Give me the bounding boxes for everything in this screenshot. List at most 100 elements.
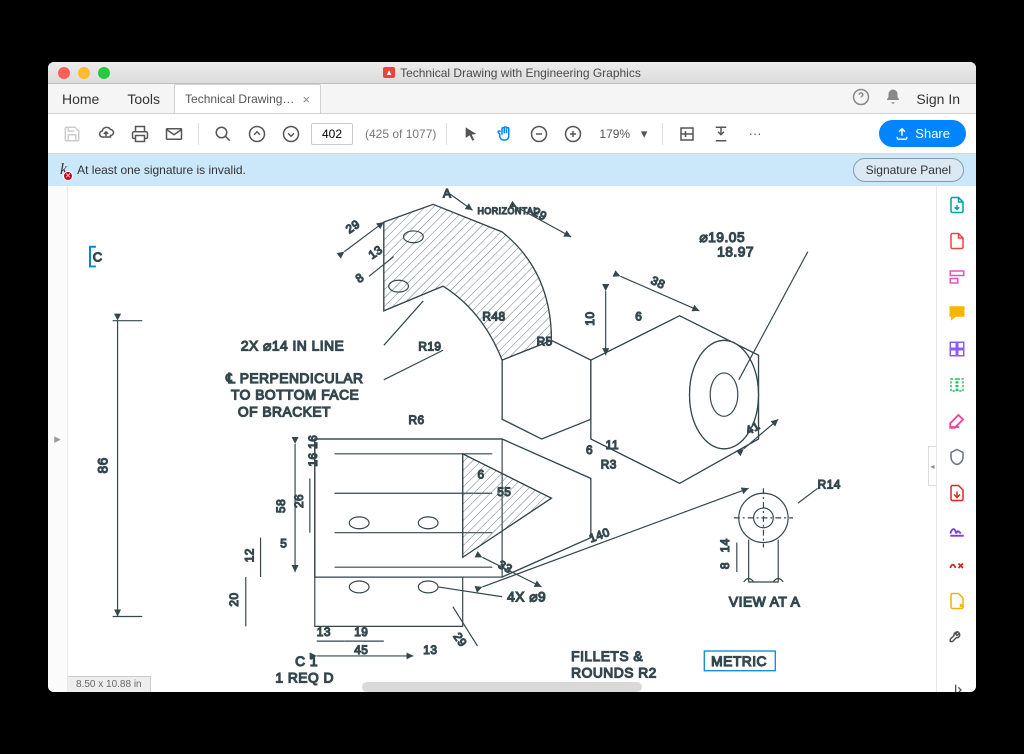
svg-text:⌀19.05: ⌀19.05 xyxy=(699,230,745,245)
svg-text:20: 20 xyxy=(227,592,241,606)
share-label: Share xyxy=(915,126,950,141)
svg-text:℄ PERPENDICULAR: ℄ PERPENDICULAR xyxy=(225,371,363,386)
signature-panel-button[interactable]: Signature Panel xyxy=(853,158,964,182)
right-tools-panel xyxy=(936,186,976,692)
svg-text:2X ⌀14 IN LINE: 2X ⌀14 IN LINE xyxy=(241,338,344,353)
svg-text:26: 26 xyxy=(292,494,306,508)
menubar: Home Tools Technical Drawing… × Sign In xyxy=(48,84,976,114)
svg-text:13: 13 xyxy=(317,625,331,639)
share-button[interactable]: Share xyxy=(879,120,966,147)
svg-text:12: 12 xyxy=(243,548,257,562)
help-icon[interactable] xyxy=(852,88,870,109)
document-tab[interactable]: Technical Drawing… × xyxy=(174,84,321,113)
signin-link[interactable]: Sign In xyxy=(916,91,960,107)
svg-text:ROUNDS R2: ROUNDS R2 xyxy=(571,666,657,681)
svg-text:OF BRACKET: OF BRACKET xyxy=(238,404,331,419)
document-area[interactable]: 86 29 13 8 xyxy=(68,186,936,692)
svg-text:38: 38 xyxy=(649,273,668,292)
left-panel-handle[interactable]: ▸ xyxy=(48,186,68,692)
organize-icon[interactable] xyxy=(947,376,967,394)
share-icon xyxy=(895,127,909,141)
zoom-out-icon[interactable] xyxy=(525,120,553,148)
export-pdf-icon[interactable] xyxy=(947,196,967,214)
svg-text:4X ⌀9: 4X ⌀9 xyxy=(507,590,546,605)
app-window: ▲ Technical Drawing with Engineering Gra… xyxy=(48,62,976,692)
svg-text:A: A xyxy=(443,186,451,200)
svg-text:FILLETS &: FILLETS & xyxy=(571,649,643,664)
menu-tools[interactable]: Tools xyxy=(113,84,174,113)
zoom-dropdown-icon[interactable]: ▾ xyxy=(636,120,652,148)
page-up-icon[interactable] xyxy=(243,120,271,148)
content-row: ▸ xyxy=(48,186,976,692)
fit-page-icon[interactable] xyxy=(707,120,735,148)
svg-text:R19: R19 xyxy=(418,339,441,353)
svg-text:R14: R14 xyxy=(818,477,841,491)
svg-text:45: 45 xyxy=(354,643,368,657)
pdf-page: 86 29 13 8 xyxy=(68,186,936,692)
search-icon[interactable] xyxy=(209,120,237,148)
right-menu: Sign In xyxy=(852,88,976,109)
more-tools-icon[interactable] xyxy=(947,628,967,646)
menu-home[interactable]: Home xyxy=(48,84,113,113)
expand-panel-icon[interactable] xyxy=(947,682,967,692)
zoom-value: 179% xyxy=(599,127,630,141)
tab-close-icon[interactable]: × xyxy=(302,92,310,107)
titlebar: ▲ Technical Drawing with Engineering Gra… xyxy=(48,62,976,84)
hand-tool-icon[interactable] xyxy=(491,120,519,148)
toolbar: (425 of 1077) 179% ▾ ··· Share xyxy=(48,114,976,154)
signature-invalid-icon: k✕ xyxy=(60,161,67,179)
compress-icon[interactable] xyxy=(947,484,967,502)
svg-text:29: 29 xyxy=(343,217,363,237)
send-icon[interactable] xyxy=(947,592,967,610)
minimize-window-button[interactable] xyxy=(78,67,90,79)
more-icon[interactable]: ··· xyxy=(741,120,769,148)
tab-section: Technical Drawing… × xyxy=(174,84,321,113)
svg-text:C 1: C 1 xyxy=(295,654,318,669)
close-window-button[interactable] xyxy=(58,67,70,79)
edit-pdf-icon[interactable] xyxy=(947,268,967,286)
comment-icon[interactable] xyxy=(947,304,967,322)
svg-text:8: 8 xyxy=(353,270,367,286)
bell-icon[interactable] xyxy=(884,88,902,109)
page-size-status: 8.50 x 10.88 in xyxy=(68,676,151,692)
svg-text:58: 58 xyxy=(274,499,288,513)
svg-text:R3: R3 xyxy=(601,458,617,472)
svg-text:13: 13 xyxy=(423,643,437,657)
cloud-icon[interactable] xyxy=(92,120,120,148)
svg-text:VIEW AT A: VIEW AT A xyxy=(729,595,801,610)
svg-text:R5: R5 xyxy=(537,334,553,348)
svg-text:R6: R6 xyxy=(408,413,424,427)
svg-text:13: 13 xyxy=(366,242,386,262)
svg-text:TO BOTTOM FACE: TO BOTTOM FACE xyxy=(231,388,359,403)
svg-text:6: 6 xyxy=(477,467,484,481)
page-number-input[interactable] xyxy=(311,123,353,145)
zoom-in-icon[interactable] xyxy=(559,120,587,148)
svg-text:55: 55 xyxy=(497,485,511,499)
select-tool-icon[interactable] xyxy=(457,120,485,148)
fill-sign-icon[interactable] xyxy=(947,520,967,538)
combine-icon[interactable] xyxy=(947,340,967,358)
maximize-window-button[interactable] xyxy=(98,67,110,79)
svg-text:14: 14 xyxy=(718,538,732,552)
create-pdf-icon[interactable] xyxy=(947,232,967,250)
tab-label: Technical Drawing… xyxy=(185,92,294,106)
svg-text:6: 6 xyxy=(635,310,642,324)
svg-text:R48: R48 xyxy=(482,310,505,324)
fit-width-icon[interactable] xyxy=(673,120,701,148)
svg-text:86: 86 xyxy=(96,457,111,473)
right-panel-collapse[interactable]: ◂ xyxy=(928,446,936,486)
svg-text:10: 10 xyxy=(583,311,597,325)
svg-text:16: 16 xyxy=(306,452,320,466)
sign-cancel-icon[interactable] xyxy=(947,556,967,574)
svg-text:19: 19 xyxy=(354,625,368,639)
mail-icon[interactable] xyxy=(160,120,188,148)
window-title: ▲ Technical Drawing with Engineering Gra… xyxy=(48,66,976,80)
save-icon[interactable] xyxy=(58,120,86,148)
protect-icon[interactable] xyxy=(947,448,967,466)
page-total-label: (425 of 1077) xyxy=(365,127,436,141)
signature-banner: k✕ At least one signature is invalid. Si… xyxy=(48,154,976,186)
horizontal-scrollbar[interactable] xyxy=(362,682,642,692)
redact-icon[interactable] xyxy=(947,412,967,430)
page-down-icon[interactable] xyxy=(277,120,305,148)
print-icon[interactable] xyxy=(126,120,154,148)
